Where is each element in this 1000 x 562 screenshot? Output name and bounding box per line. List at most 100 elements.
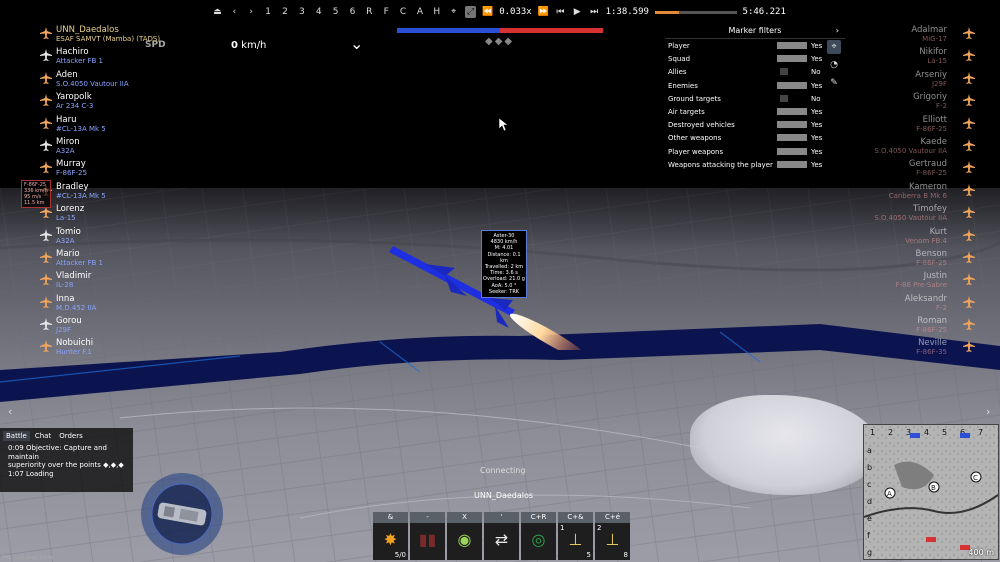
camera-h-button[interactable]: H bbox=[431, 7, 442, 17]
marker-filter-slider[interactable] bbox=[777, 160, 807, 168]
player-row[interactable]: Nobuichi Hunter F.1 bbox=[40, 338, 240, 360]
prev-icon[interactable]: ‹ bbox=[229, 7, 240, 17]
player-row[interactable]: Roman F-86F-25 bbox=[820, 316, 995, 338]
marker-filter-row[interactable]: Ground targets No bbox=[665, 92, 845, 105]
camera-6-button[interactable]: 6 bbox=[347, 7, 358, 17]
player-row[interactable]: Grigoriy F-2 bbox=[820, 92, 995, 114]
camera-c-button[interactable]: C bbox=[398, 7, 409, 17]
marker-filter-slider[interactable] bbox=[777, 121, 807, 129]
hotbar-slot[interactable]: X ◉ bbox=[447, 512, 482, 560]
marker-filter-row[interactable]: Player weapons Yes bbox=[665, 145, 845, 158]
player-row[interactable]: Aden S.O.4050 Vautour IIA bbox=[40, 70, 240, 92]
chevron-left-icon[interactable]: ‹ bbox=[8, 405, 12, 418]
player-row[interactable]: Yaropolk Ar 234 C-3 bbox=[40, 92, 240, 114]
player-row[interactable]: Murray F-86F-25 bbox=[40, 159, 240, 181]
replay-progress-bar[interactable] bbox=[654, 10, 737, 14]
marker-filters-panel: Marker filters › Player Yes Squad Yes Allies… bbox=[665, 24, 845, 176]
step-forward-icon[interactable]: ⏭ bbox=[589, 7, 600, 17]
player-row[interactable]: Mario Attacker FB 1 bbox=[40, 249, 240, 271]
marker-filter-row[interactable]: Air targets Yes bbox=[665, 105, 845, 118]
player-row[interactable]: Adalmar MiG-17 bbox=[820, 25, 995, 47]
next-icon[interactable]: › bbox=[246, 7, 257, 17]
marker-icon[interactable]: ⌖ bbox=[827, 40, 841, 54]
play-icon[interactable]: ▶ bbox=[572, 7, 583, 17]
player-row[interactable]: Hachiro Attacker FB 1 bbox=[40, 47, 240, 69]
marker-filter-slider[interactable] bbox=[780, 68, 788, 76]
tab-chat[interactable]: Chat bbox=[32, 431, 54, 441]
hotbar-slot[interactable]: C+& ⊥ 1 5 bbox=[558, 512, 593, 560]
camera-f-button[interactable]: F bbox=[381, 7, 392, 17]
camera-1-button[interactable]: 1 bbox=[263, 7, 274, 17]
camera-2-button[interactable]: 2 bbox=[280, 7, 291, 17]
player-row[interactable]: Arseniy J29F bbox=[820, 70, 995, 92]
plane-icon bbox=[963, 138, 975, 151]
player-row[interactable]: UNN_Daedalos ESAF SAMVT (Mamba) (TADS) bbox=[40, 25, 240, 48]
marker-filter-slider[interactable] bbox=[777, 147, 807, 155]
marker-filter-row[interactable]: Weapons attacking the player Yes bbox=[665, 158, 845, 171]
marker-filter-row[interactable]: Allies No bbox=[665, 65, 845, 78]
hotbar-slot[interactable]: C+é ⊥ 2 8 bbox=[595, 512, 630, 560]
marker-icon[interactable]: ⌖ bbox=[448, 7, 459, 17]
marker-filter-slider[interactable] bbox=[777, 42, 807, 49]
hotbar-slot[interactable]: C+R ◎ bbox=[521, 512, 556, 560]
hotbar-slot[interactable]: & ✸ 5/0 bbox=[373, 512, 408, 560]
marker-filter-row[interactable]: Player Yes bbox=[665, 39, 845, 52]
marker-filter-slider[interactable] bbox=[777, 107, 807, 115]
player-row[interactable]: Gertraud F-86F-25 bbox=[820, 159, 995, 181]
fast-forward-icon[interactable]: ⏩ bbox=[538, 7, 549, 17]
camera-icon[interactable]: ⏏ bbox=[212, 7, 223, 17]
player-row[interactable]: Aleksandr F-2 bbox=[820, 294, 995, 316]
chat-line: 0:09 Objective: Capture and maintain bbox=[8, 444, 107, 461]
player-row[interactable]: Miron A32A bbox=[40, 137, 240, 159]
marker-filter-label: Player bbox=[668, 42, 690, 50]
tab-orders[interactable]: Orders bbox=[56, 431, 86, 441]
chevron-right-icon[interactable]: › bbox=[836, 24, 839, 38]
chevron-down-icon[interactable]: ⌄ bbox=[350, 34, 363, 53]
player-row[interactable]: Lorenz La-15 bbox=[40, 204, 240, 226]
player-vehicle: F-86F-25 bbox=[916, 326, 947, 335]
player-row[interactable]: Gorou J29F bbox=[40, 316, 240, 338]
camera-5-button[interactable]: 5 bbox=[330, 7, 341, 17]
player-row[interactable]: Haru #CL-13A Mk 5 bbox=[40, 115, 240, 137]
player-row[interactable]: Kurt Venom FB.4 bbox=[820, 227, 995, 249]
step-back-icon[interactable]: ⏮ bbox=[555, 7, 566, 17]
player-row[interactable]: Vladimir IL-28 bbox=[40, 271, 240, 293]
camera-4-button[interactable]: 4 bbox=[313, 7, 324, 17]
marker-filter-row[interactable]: Other weapons Yes bbox=[665, 131, 845, 144]
plane-icon bbox=[40, 295, 52, 308]
marker-filter-slider[interactable] bbox=[780, 94, 788, 102]
marker-filter-row[interactable]: Destroyed vehicles Yes bbox=[665, 118, 845, 131]
player-vehicle: F-86F-25 bbox=[56, 169, 87, 178]
marker-filter-slider[interactable] bbox=[777, 134, 807, 142]
player-row[interactable]: Inna M.D.452 IIA bbox=[40, 294, 240, 316]
pie-icon[interactable]: ◔ bbox=[827, 58, 841, 72]
camera-r-button[interactable]: R bbox=[364, 7, 375, 17]
player-row[interactable]: Nikifor La-15 bbox=[820, 47, 995, 69]
camera-a-button[interactable]: A bbox=[415, 7, 426, 17]
brush-icon[interactable]: ✎ bbox=[827, 76, 841, 90]
hotbar-slot[interactable]: - ▮▮ bbox=[410, 512, 445, 560]
hotbar-slot-body: ◎ bbox=[521, 523, 556, 560]
marker-filter-slider[interactable] bbox=[777, 55, 807, 63]
chevron-right-icon[interactable]: › bbox=[986, 405, 990, 418]
camera-3-button[interactable]: 3 bbox=[296, 7, 307, 17]
plane-icon bbox=[963, 295, 975, 308]
player-row[interactable]: Elliott F-86F-25 bbox=[820, 115, 995, 137]
player-row[interactable]: Bradley #CL-13A Mk 5 bbox=[40, 182, 240, 204]
flare-icon: ▮▮ bbox=[418, 530, 437, 549]
marker-filter-row[interactable]: Squad Yes bbox=[665, 52, 845, 65]
rewind-icon[interactable]: ⏪ bbox=[482, 7, 493, 17]
player-row[interactable]: Kaede S.O.4050 Vautour IIA bbox=[820, 137, 995, 159]
player-row[interactable]: Kameron Canberra B Mk 6 bbox=[820, 182, 995, 204]
marker-filter-row[interactable]: Enemies Yes bbox=[665, 79, 845, 92]
hud-toggle-icon[interactable]: ⤢ bbox=[465, 6, 476, 18]
player-row[interactable]: Benson F-86F-25 bbox=[820, 249, 995, 271]
minimap[interactable]: 1234567abcdefgABC 400 m bbox=[863, 424, 999, 560]
player-row[interactable]: Timofey S.O.4050 Vautour IIA bbox=[820, 204, 995, 226]
hotbar-slot[interactable]: ' ⇄ bbox=[484, 512, 519, 560]
player-row[interactable]: Tomio A32A bbox=[40, 227, 240, 249]
player-row[interactable]: Justin F-86 Pre-Sabre bbox=[820, 271, 995, 293]
marker-filter-slider[interactable] bbox=[777, 81, 807, 89]
player-row[interactable]: Neville F-86F-35 bbox=[820, 338, 995, 360]
tab-battle[interactable]: Battle bbox=[3, 431, 30, 441]
